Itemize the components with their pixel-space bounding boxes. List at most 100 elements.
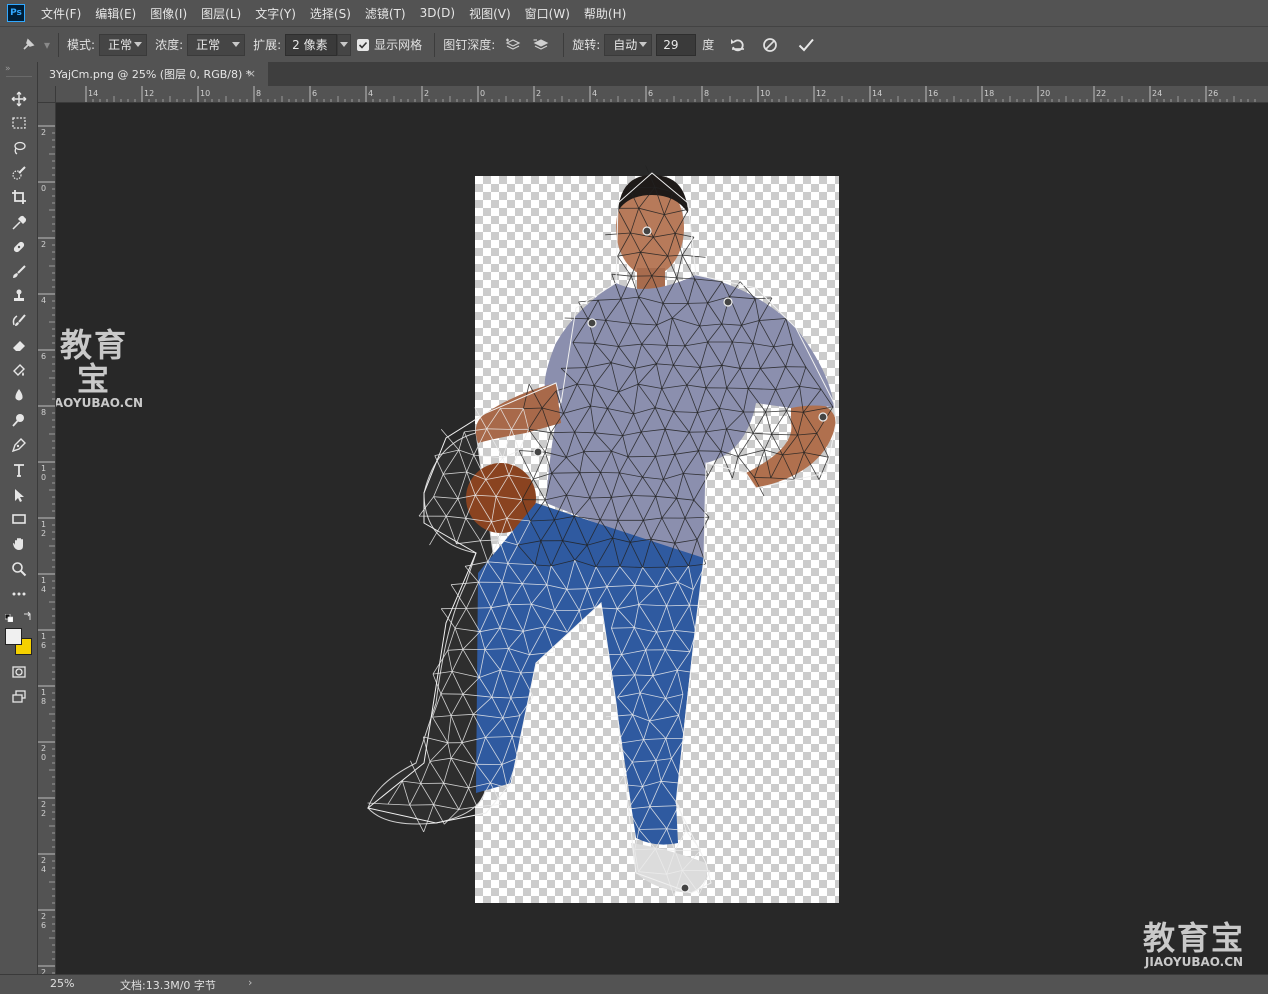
canvas-area[interactable]: 教育宝 JIAOYUBAO.CN 教育宝 JIAOYUBAO.CN [56, 103, 1268, 974]
rotate-angle-input[interactable]: 29 [656, 33, 697, 56]
ruler-label: 4 [592, 89, 597, 98]
pin-backward-icon[interactable] [529, 33, 553, 57]
crop-icon[interactable] [7, 186, 31, 208]
puppet-warp-tool-icon[interactable] [16, 33, 40, 57]
separator [434, 32, 436, 57]
show-mesh-checkbox[interactable] [357, 38, 370, 51]
rotate-mode-select[interactable]: 自动 [604, 33, 653, 56]
pin[interactable] [818, 412, 828, 422]
collapse-toolbox-icon[interactable]: » [5, 64, 11, 74]
tool-preset-caret-icon[interactable]: ▾ [44, 38, 50, 52]
rectangle-icon[interactable] [7, 508, 31, 530]
history-brush-icon[interactable] [7, 310, 31, 332]
path-select-icon[interactable] [7, 484, 31, 506]
marquee-icon[interactable] [7, 112, 31, 134]
watermark-right: 教育宝 JIAOYUBAO.CN [1134, 921, 1254, 969]
foreground-color-swatch[interactable] [5, 628, 22, 645]
lasso-icon[interactable] [7, 137, 31, 159]
ruler-label: 6 [41, 352, 46, 361]
more-tools-icon[interactable] [7, 583, 31, 605]
mode-select[interactable]: 正常 [99, 33, 148, 56]
menu-type[interactable]: 文字(Y) [255, 5, 296, 22]
pen-icon[interactable] [7, 434, 31, 456]
menu-view[interactable]: 视图(V) [469, 5, 511, 22]
screen-mode-icon[interactable] [7, 686, 31, 708]
pin[interactable] [680, 883, 690, 893]
ruler-label: 20 [1040, 89, 1050, 98]
zoom-field[interactable]: 25% [50, 977, 74, 990]
puppet-warp-figure[interactable] [56, 103, 1268, 974]
menu-filter[interactable]: 滤镜(T) [365, 5, 406, 22]
ruler-label: 10 [760, 89, 770, 98]
ruler-label: 14 [872, 89, 882, 98]
ruler-label: 16 [928, 89, 938, 98]
menu-image[interactable]: 图像(I) [150, 5, 187, 22]
mesh-edge [753, 432, 772, 435]
cancel-icon[interactable] [758, 33, 782, 57]
eraser-icon[interactable] [7, 334, 31, 356]
ruler-label: 2 [41, 744, 46, 753]
ruler-label: 0 [480, 89, 485, 98]
expand-value: 2 像素 [292, 38, 328, 52]
mesh-edge [681, 254, 696, 280]
pin[interactable] [533, 447, 543, 457]
separator [563, 32, 565, 57]
mesh-edge [732, 456, 739, 479]
menu-layer[interactable]: 图层(L) [201, 5, 241, 22]
ruler-label: 8 [256, 89, 261, 98]
swap-colors-icon[interactable] [22, 611, 32, 621]
pin[interactable] [723, 297, 733, 307]
type-icon[interactable] [7, 459, 31, 481]
ruler-label: 1 [41, 520, 46, 529]
pin[interactable] [587, 318, 597, 328]
quick-select-icon[interactable] [7, 162, 31, 184]
ruler-label: 18 [984, 89, 994, 98]
close-icon[interactable]: × [247, 67, 256, 80]
ruler-label: 8 [41, 408, 46, 417]
mesh-edge [771, 434, 783, 456]
mesh-edge [667, 345, 685, 347]
dodge-icon[interactable] [7, 409, 31, 431]
mesh-edge [765, 410, 787, 413]
status-menu-arrow-icon[interactable]: › [248, 976, 252, 989]
watermark-cn: 教育宝 [1142, 919, 1245, 957]
menu-window[interactable]: 窗口(W) [525, 5, 570, 22]
stamp-icon[interactable] [7, 285, 31, 307]
chevron-down-icon [340, 41, 349, 47]
menu-file[interactable]: 文件(F) [41, 5, 81, 22]
pin[interactable] [642, 226, 652, 236]
eyedropper-icon[interactable] [7, 212, 31, 234]
move-icon[interactable] [7, 88, 31, 110]
menu-edit[interactable]: 编辑(E) [95, 5, 136, 22]
ruler-label: 2 [41, 240, 46, 249]
ruler-label: 2 [41, 128, 46, 137]
healing-icon[interactable] [7, 236, 31, 258]
quick-mask-icon[interactable] [7, 661, 31, 683]
ruler-label: 0 [41, 473, 46, 482]
document-tab-bar: 3YajCm.png @ 25% (图层 0, RGB/8) * × [38, 62, 1268, 86]
gradient-icon[interactable] [7, 359, 31, 381]
toolbox-grip [6, 76, 32, 77]
density-select[interactable]: 正常 [187, 33, 246, 56]
mesh-edge [477, 804, 502, 808]
menu-3d[interactable]: 3D(D) [420, 6, 455, 20]
commit-check-icon[interactable] [794, 33, 818, 57]
pin-forward-icon[interactable] [501, 33, 525, 57]
ruler-label: 24 [1152, 89, 1162, 98]
ruler-label: 12 [144, 89, 154, 98]
default-colors-icon[interactable] [4, 612, 14, 623]
brush-icon[interactable] [7, 261, 31, 283]
neck [637, 268, 665, 290]
document-tab[interactable]: 3YajCm.png @ 25% (图层 0, RGB/8) * × [38, 62, 268, 86]
zoom-icon[interactable] [7, 558, 31, 580]
menu-help[interactable]: 帮助(H) [584, 5, 626, 22]
menu-select[interactable]: 选择(S) [310, 5, 351, 22]
blur-icon[interactable] [7, 384, 31, 406]
ruler-origin[interactable] [38, 86, 56, 103]
expand-input[interactable]: 2 像素 [285, 33, 338, 56]
reset-icon[interactable] [726, 33, 750, 57]
ruler-label: 1 [41, 576, 46, 585]
options-bar: ▾ 模式: 正常 浓度: 正常 扩展: 2 像素 显示网格 图钉深度: 旋转: … [0, 26, 1268, 62]
hand-icon[interactable] [7, 533, 31, 555]
expand-dropdown[interactable] [337, 33, 352, 56]
